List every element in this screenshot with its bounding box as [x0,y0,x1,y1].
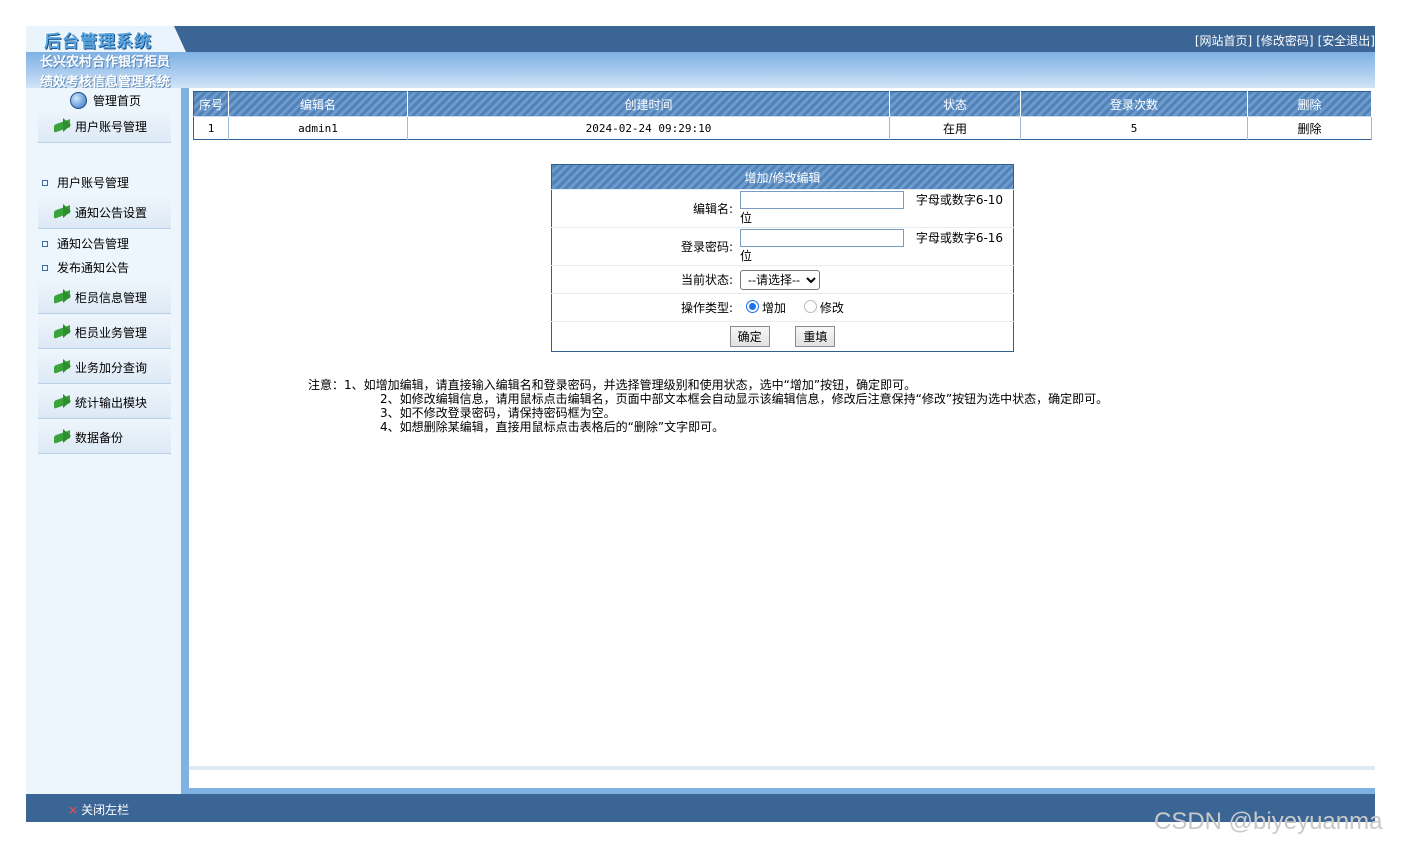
menu-bonus-query[interactable]: 业务加分查询 [38,351,171,384]
watermark: CSDN @biyeyuanma [1154,808,1383,835]
system-name-line1: 长兴农村合作银行柜员 [40,55,171,70]
top-bar: 后台管理系统 [网站首页] [修改密码] [安全退出] [26,26,1375,52]
top-links: [网站首页] [修改密码] [安全退出] [1191,32,1375,49]
note-line-1: 注意：1、如增加编辑，请直接输入编辑名和登录密码，并选择管理级别和使用状态，选中… [308,378,917,392]
menu-label: 业务加分查询 [75,360,148,375]
header-band [26,52,1375,88]
col-header-delete: 删除 [1247,91,1372,117]
radio-modify[interactable] [803,300,817,313]
editor-table: 序号 编辑名 创建时间 状态 登录次数 删除 1 admin1 2024-02-… [193,91,1372,140]
logo-tab: 后台管理系统 [26,26,186,52]
logo: 后台管理系统 [44,32,152,52]
menu-statistics-export[interactable]: 统计输出模块 [38,386,171,419]
table-header-row: 序号 编辑名 创建时间 状态 登录次数 删除 [193,91,1372,117]
main-content: 序号 编辑名 创建时间 状态 登录次数 删除 1 admin1 2024-02-… [186,88,1375,794]
menu-teller-info[interactable]: 柜员信息管理 [38,281,171,314]
cell-index: 1 [193,116,229,140]
sidebar-item-label: 通知公告管理 [57,237,130,251]
form-title: 增加/修改编辑 [551,164,1014,190]
col-header-created: 创建时间 [407,91,890,117]
note-line-2: 2、如修改编辑信息，请用鼠标点击编辑名，页面中部文本框会自动显示该编辑信息，修改… [380,392,1109,406]
table-row: 1 admin1 2024-02-24 09:29:10 在用 5 删除 [193,116,1372,140]
link-change-password[interactable]: [修改密码] [1256,34,1313,48]
admin-window: 后台管理系统 [网站首页] [修改密码] [安全退出] 长兴农村合作银行柜员 绩效考… [26,26,1375,822]
green-arrow-icon [54,324,72,338]
close-sidebar-label: 关闭左栏 [81,803,130,817]
col-header-index: 序号 [193,91,229,117]
password-label: 登录密码: [551,227,739,266]
sidebar-item-label: 用户账号管理 [57,176,130,190]
link-logout[interactable]: [安全退出] [1318,34,1375,48]
menu-data-backup[interactable]: 数据备份 [38,421,171,454]
close-icon: × [68,803,79,817]
bullet-icon [42,240,48,247]
col-header-name: 编辑名 [228,91,408,117]
menu-label: 柜员业务管理 [75,325,148,340]
content-bottom-rule [189,766,1375,770]
green-arrow-icon [54,429,72,443]
menu-user-accounts[interactable]: 用户账号管理 [38,110,171,143]
editor-name-input[interactable] [740,191,904,209]
bullet-icon [42,264,48,271]
radio-modify-label[interactable]: 修改 [820,301,844,315]
menu-label: 柜员信息管理 [75,290,148,305]
op-type-label: 操作类型: [551,293,739,322]
radio-add[interactable] [746,300,759,313]
green-arrow-icon [54,359,72,373]
password-input[interactable] [740,229,904,247]
menu-label: 数据备份 [75,430,124,445]
status-label: 当前状态: [551,265,739,294]
cell-login-count: 5 [1020,116,1248,140]
green-arrow-icon [54,118,72,132]
link-site-home[interactable]: [网站首页] [1195,34,1252,48]
green-arrow-icon [54,204,72,218]
content-left-border [186,88,189,794]
system-name: 长兴农村合作银行柜员 绩效考核信息管理系统 [40,53,200,93]
sidebar: 管理首页 用户账号管理 用户账号管理 通知公告设置 通知公告管理 发布通知公告 … [26,88,186,794]
note-line-4: 4、如想删除某编辑，直接用鼠标点击表格后的“删除”文字即可。 [380,420,725,434]
menu-teller-business[interactable]: 柜员业务管理 [38,316,171,349]
status-select[interactable]: --请选择-- [740,269,820,290]
menu-notices[interactable]: 通知公告设置 [38,196,171,229]
note-line-3: 3、如不修改登录密码，请保持密码框为空。 [380,406,616,420]
globe-icon [70,91,87,109]
bullet-icon [42,179,48,186]
cell-delete-link[interactable]: 删除 [1247,116,1372,140]
col-header-status: 状态 [889,91,1021,117]
cell-editor-name[interactable]: admin1 [228,116,408,140]
submit-button[interactable]: 确定 [729,326,770,347]
sidebar-item-notice-publish[interactable]: 发布通知公告 [42,259,129,276]
cell-created-time: 2024-02-24 09:29:10 [407,116,890,140]
green-arrow-icon [54,394,72,408]
sidebar-item-notice-manage[interactable]: 通知公告管理 [42,235,129,252]
name-label: 编辑名: [551,189,739,228]
editor-form: 增加/修改编辑 编辑名: 字母或数字6-10位 登录密码: 字母或数字6-16位… [551,164,1014,352]
menu-label: 通知公告设置 [75,205,148,220]
green-arrow-icon [54,289,72,303]
usage-notes: 注意：1、如增加编辑，请直接输入编辑名和登录密码，并选择管理级别和使用状态，选中… [308,378,1108,434]
close-sidebar-button[interactable]: × 关闭左栏 [68,801,129,818]
col-header-login-count: 登录次数 [1020,91,1248,117]
sidebar-item-user-accounts[interactable]: 用户账号管理 [42,174,129,191]
cell-status: 在用 [889,116,1021,140]
radio-add-label[interactable]: 增加 [762,301,786,315]
sidebar-home-label: 管理首页 [93,93,142,108]
sidebar-home[interactable]: 管理首页 [70,90,141,110]
reset-button[interactable]: 重填 [795,326,836,347]
sidebar-item-label: 发布通知公告 [57,261,130,275]
menu-label: 统计输出模块 [75,395,148,410]
menu-label: 用户账号管理 [75,119,148,134]
